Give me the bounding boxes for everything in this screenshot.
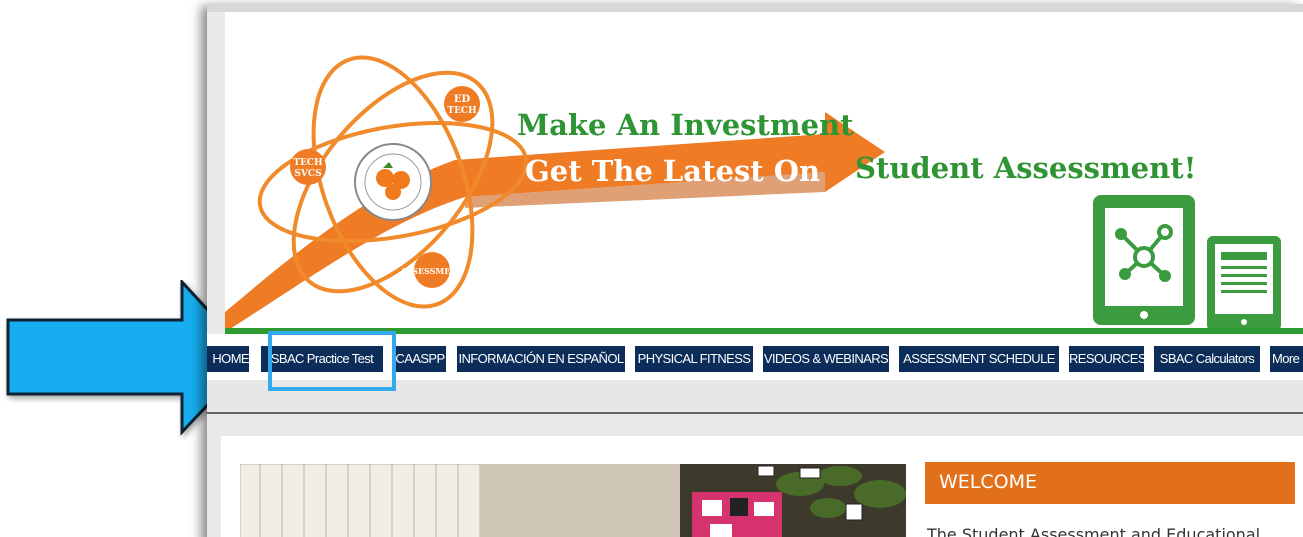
nav-item-home[interactable]: HOME (207, 346, 249, 372)
site-banner: ED TECH TECH SVCS ASSESSMENT Make An Inv… (225, 12, 1303, 334)
banner-headline-line1: Make An Investment (517, 108, 854, 142)
nav-item-sbac-practice-test[interactable]: SBAC Practice Test (261, 346, 383, 372)
banner-headline-line2: Get The Latest On (525, 154, 821, 188)
nav-item-resources[interactable]: RESOURCES (1069, 346, 1144, 372)
banner-headline-line3: Student Assessment! (855, 151, 1197, 185)
nav-underline (207, 412, 1303, 414)
welcome-header: WELCOME (925, 462, 1295, 504)
classroom-photo-image (240, 464, 906, 537)
welcome-title: WELCOME (939, 471, 1037, 493)
welcome-text: The Student Assessment and Educational (927, 525, 1261, 537)
screenshot-stage: ED TECH TECH SVCS ASSESSMENT Make An Inv… (0, 0, 1303, 537)
main-nav: HOME SBAC Practice Test CAASPP INFORMACI… (207, 334, 1303, 414)
svg-text:SVCS: SVCS (294, 169, 321, 179)
svg-text:TECH: TECH (293, 158, 323, 168)
badge-ed-tech-label: ED (454, 94, 471, 105)
main-content: WELCOME The Student Assessment and Educa… (221, 436, 1303, 537)
svg-text:TECH: TECH (447, 106, 477, 116)
nav-item-videos-webinars[interactable]: VIDEOS & WEBINARS (763, 346, 889, 372)
nav-item-physical-fitness[interactable]: PHYSICAL FITNESS (635, 346, 753, 372)
classroom-photo (240, 464, 906, 537)
nav-item-more[interactable]: More (1270, 346, 1303, 372)
website-frame: ED TECH TECH SVCS ASSESSMENT Make An Inv… (207, 4, 1303, 537)
nav-item-sbac-calculators[interactable]: SBAC Calculators (1154, 346, 1260, 372)
nav-spacer (207, 380, 1303, 412)
frame-top-edge (207, 4, 1303, 12)
nav-item-caaspp[interactable]: CAASPP (394, 346, 446, 372)
nav-item-informacion-en-espanol[interactable]: INFORMACIÓN EN ESPAÑOL (457, 346, 625, 372)
svg-text:ASSESSMENT: ASSESSMENT (399, 266, 463, 276)
nav-item-assessment-schedule[interactable]: ASSESSMENT SCHEDULE (899, 346, 1059, 372)
